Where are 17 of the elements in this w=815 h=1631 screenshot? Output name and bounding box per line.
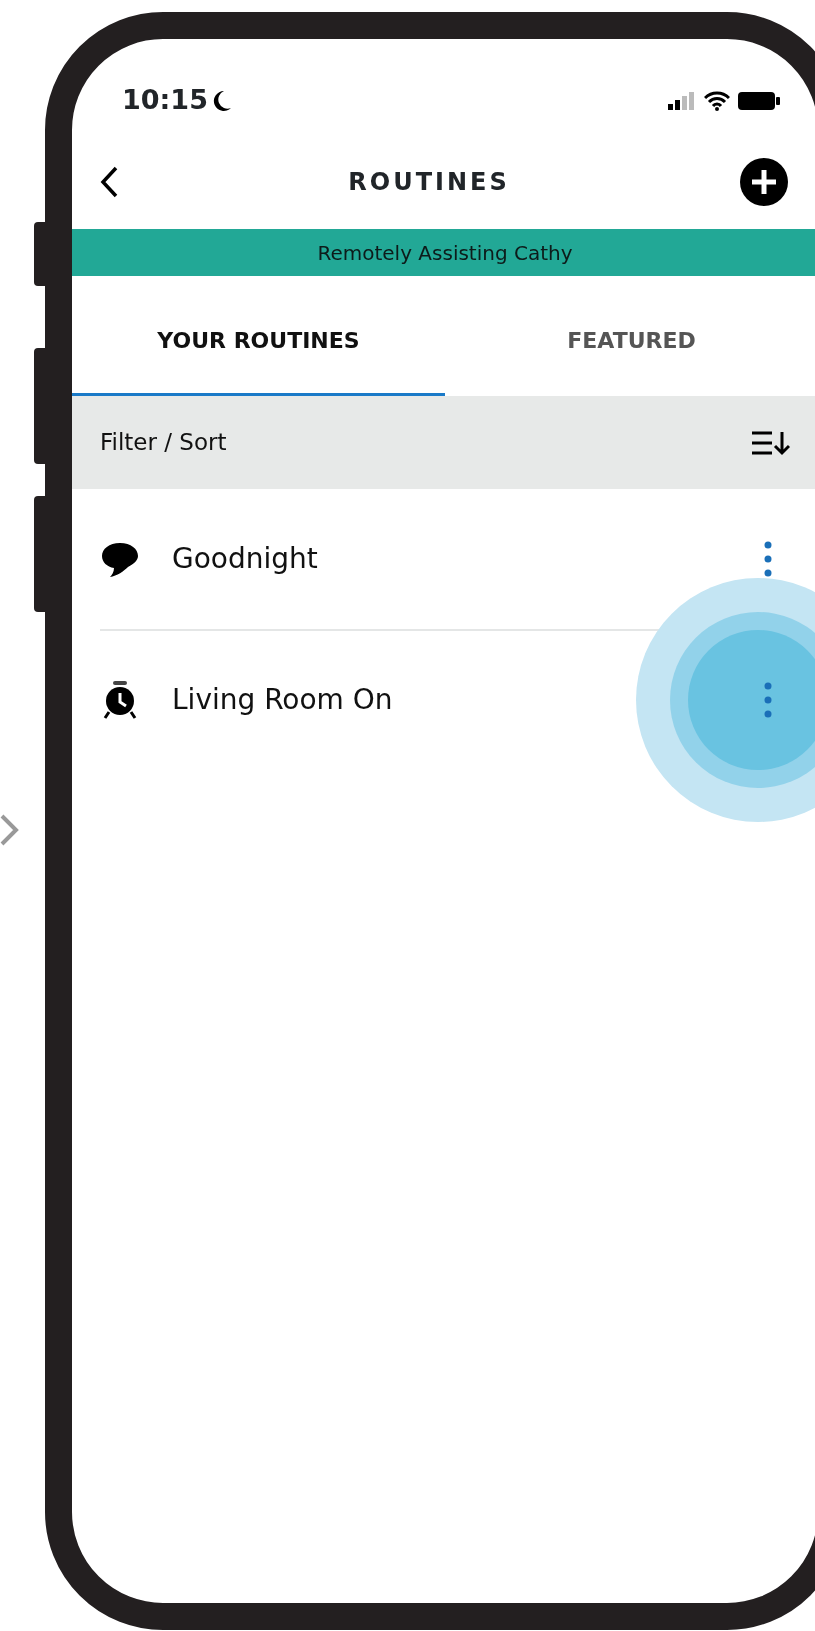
back-icon [100,165,118,198]
filter-label: Filter / Sort [100,428,227,458]
battery-icon [738,90,780,111]
add-button[interactable] [740,157,788,206]
sort-icon [752,429,790,456]
screen-title: ROUTINES [348,166,510,198]
status-time: 10:15 [122,83,208,118]
wifi-icon [704,90,730,111]
banner-text: Remotely Assisting Cathy [317,239,573,267]
more-icon [764,541,772,577]
signal-icon [668,91,696,110]
routine-name[interactable]: Goodnight [172,538,318,580]
more-icon [764,682,772,718]
filter-bar[interactable]: Filter / Sort [72,396,815,489]
routine-name[interactable]: Living Room On [172,679,393,721]
plus-icon [740,157,788,206]
back-button[interactable] [100,165,118,198]
